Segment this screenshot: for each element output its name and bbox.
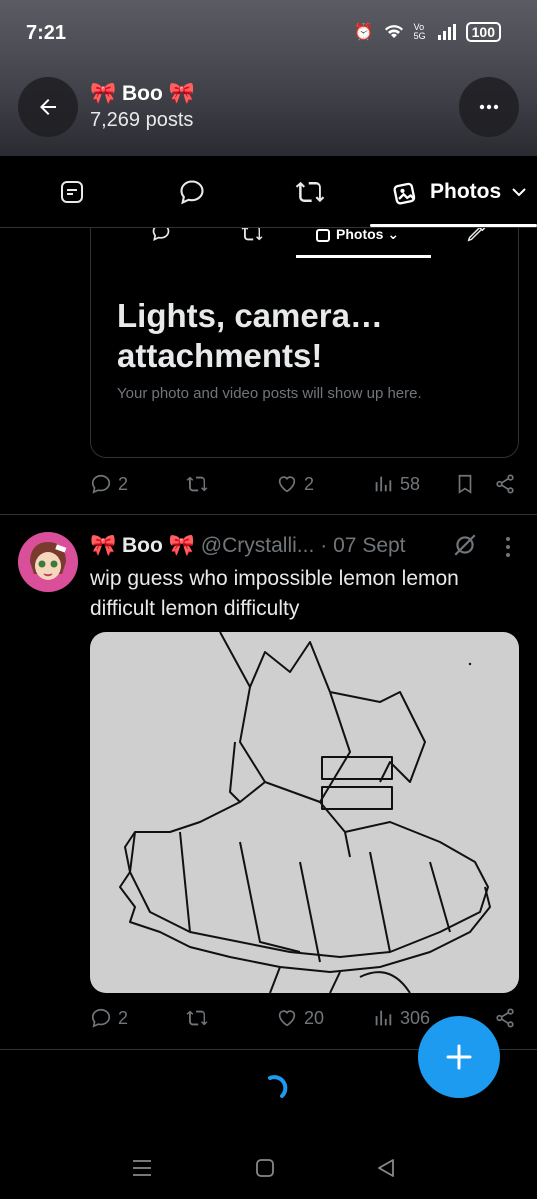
- reply-icon: [152, 228, 170, 241]
- tab-photos-label: Photos: [430, 180, 502, 203]
- like-button[interactable]: 20: [276, 1007, 324, 1029]
- repost-icon: [295, 181, 325, 203]
- posts-icon: [61, 181, 83, 203]
- system-navigation-bar: [0, 1140, 537, 1199]
- home-icon[interactable]: [253, 1156, 277, 1180]
- edit-icon: [467, 228, 486, 242]
- reply-button[interactable]: 2: [90, 473, 128, 495]
- post-text: wip guess who impossible lemon lemon dif…: [90, 567, 459, 620]
- heart-icon: [278, 476, 296, 493]
- profile-post-count: 7,269 posts: [90, 109, 194, 131]
- embedded-screenshot[interactable]: Photos ⌄ Lights, camera… attachments! Yo…: [90, 228, 519, 458]
- arrow-left-icon: [40, 99, 56, 115]
- wifi-icon: [384, 25, 403, 38]
- post-date: · 07 Sept: [320, 534, 406, 557]
- bookmark-button[interactable]: [454, 473, 476, 495]
- post-author-handle[interactable]: @Crystalli...: [201, 534, 315, 558]
- compose-button[interactable]: [418, 1016, 500, 1098]
- more-options-button[interactable]: [459, 77, 519, 137]
- view-count: 306: [400, 1007, 431, 1028]
- repost-button[interactable]: [186, 1007, 208, 1029]
- profile-tabs: Photos: [0, 156, 537, 228]
- avatar[interactable]: [18, 532, 78, 592]
- network-label: Vo 5G: [413, 22, 426, 41]
- recents-icon[interactable]: [130, 1156, 154, 1180]
- embedded-tab-photos-label: Photos: [336, 228, 384, 242]
- reply-icon: [91, 1008, 110, 1028]
- empty-state-heading: Lights, camera… attachments!: [117, 297, 383, 374]
- signal-icon: [437, 24, 456, 40]
- back-nav-icon[interactable]: [374, 1156, 398, 1180]
- views-button[interactable]: 58: [372, 473, 420, 495]
- share-button[interactable]: [494, 1007, 516, 1029]
- plus-icon: [446, 1044, 472, 1070]
- photos-icon: [393, 182, 416, 205]
- photos-icon: [316, 228, 330, 242]
- status-bar: 7:21 ⏰ Vo 5G 100: [0, 0, 537, 70]
- repost-icon: [241, 228, 263, 241]
- reply-count: 2: [118, 473, 129, 494]
- tab-posts[interactable]: [40, 156, 104, 228]
- line-art-sketch: [119, 632, 491, 993]
- reply-icon: [180, 180, 204, 205]
- chevron-down-icon: [512, 188, 526, 197]
- share-icon: [496, 1008, 514, 1028]
- more-horizontal-icon: [479, 104, 499, 110]
- grok-icon[interactable]: [452, 532, 478, 558]
- battery-indicator: 100: [465, 22, 501, 42]
- embedded-tabs: Photos ⌄: [91, 228, 518, 258]
- post-header: 🎀 Boo 🎀 @Crystalli... · 07 Sept: [90, 534, 406, 558]
- reply-count: 2: [118, 1007, 129, 1028]
- views-button[interactable]: 306: [372, 1007, 430, 1029]
- reply-button[interactable]: 2: [90, 1007, 128, 1029]
- embedded-tab-photos: Photos ⌄: [316, 228, 399, 243]
- views-icon: [375, 476, 392, 492]
- repost-icon: [186, 476, 208, 492]
- tab-photos[interactable]: Photos: [392, 156, 537, 228]
- post-image[interactable]: [90, 632, 519, 993]
- alarm-icon: ⏰: [353, 24, 374, 41]
- post-actions: 2 2 58: [90, 473, 522, 503]
- share-button[interactable]: [494, 473, 516, 495]
- like-count: 2: [304, 473, 315, 494]
- repost-button[interactable]: [186, 473, 208, 495]
- views-icon: [375, 1010, 392, 1026]
- chevron-down-icon: ⌄: [387, 228, 400, 242]
- avatar-illustration: [18, 532, 78, 592]
- tab-active-indicator: [370, 224, 537, 227]
- repost-icon: [186, 1010, 208, 1026]
- share-icon: [496, 474, 514, 494]
- profile-name: 🎀 Boo 🎀: [90, 82, 195, 105]
- loading-spinner: [268, 1075, 288, 1098]
- status-icons: ⏰ Vo 5G 100: [354, 22, 501, 42]
- more-vertical-icon[interactable]: [504, 536, 512, 558]
- tab-reposts[interactable]: [278, 156, 342, 228]
- view-count: 58: [400, 473, 421, 494]
- post-divider: [0, 514, 537, 515]
- empty-state-subtext: Your photo and video posts will show up …: [117, 385, 422, 402]
- heart-icon: [278, 1010, 296, 1027]
- embedded-tab-indicator: [296, 255, 431, 258]
- post-author-name[interactable]: 🎀 Boo 🎀: [90, 534, 195, 558]
- reply-icon: [91, 474, 110, 494]
- status-time: 7:21: [26, 22, 67, 44]
- back-button[interactable]: [18, 77, 78, 137]
- like-count: 20: [304, 1007, 325, 1028]
- tab-replies[interactable]: [160, 156, 224, 228]
- bookmark-icon: [458, 474, 472, 494]
- like-button[interactable]: 2: [276, 473, 314, 495]
